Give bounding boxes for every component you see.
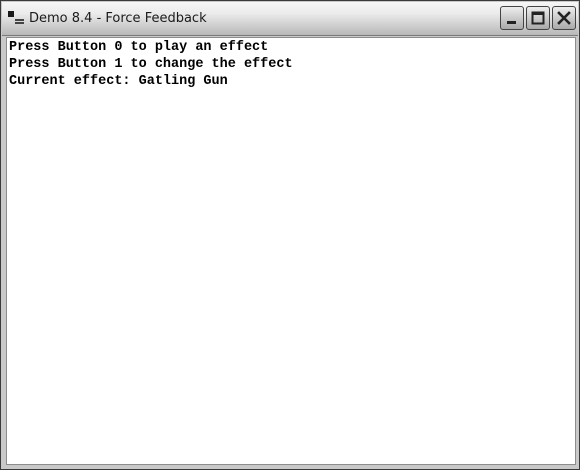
close-icon [557,11,571,25]
caption-buttons [500,6,576,32]
app-icon[interactable] [8,11,24,25]
instruction-line-play: Press Button 0 to play an effect [9,40,269,55]
current-effect-line: Current effect: Gatling Gun [9,74,228,89]
console-text: Press Button 0 to play an effect Press B… [9,39,293,90]
close-button[interactable] [552,6,576,30]
maximize-button[interactable] [526,6,550,30]
app-window: Demo 8.4 - Force Feedback Press Button 0… [0,0,580,470]
title-bar[interactable]: Demo 8.4 - Force Feedback [2,2,578,36]
minimize-icon [507,21,516,24]
window-title: Demo 8.4 - Force Feedback [29,11,207,26]
maximize-icon [531,11,545,25]
instruction-line-change: Press Button 1 to change the effect [9,57,293,72]
console-output-area[interactable]: Press Button 0 to play an effect Press B… [6,37,576,465]
minimize-button[interactable] [500,6,524,30]
